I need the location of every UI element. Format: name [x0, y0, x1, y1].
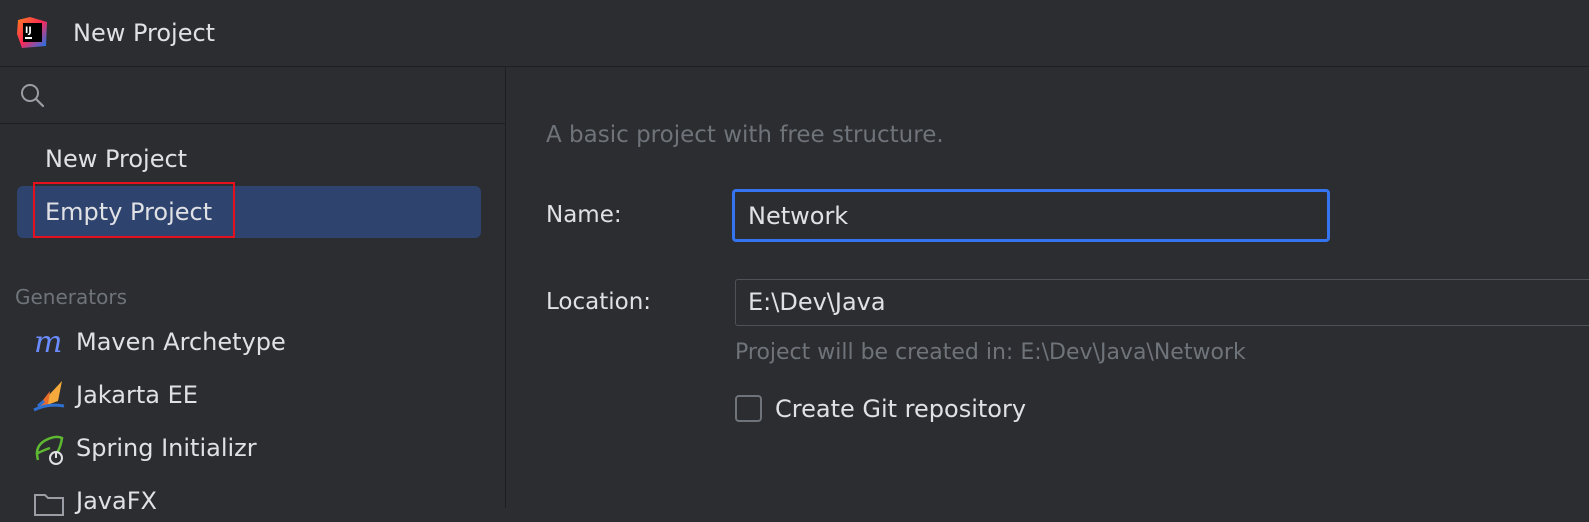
- sidebar: New Project Empty Project Generators m M…: [0, 67, 506, 516]
- generator-item-maven-archetype[interactable]: m Maven Archetype: [30, 319, 490, 363]
- svg-text:m: m: [34, 326, 62, 360]
- create-git-repository-label[interactable]: Create Git repository: [775, 393, 1026, 425]
- generator-label: Jakarta EE: [76, 381, 198, 409]
- project-description: A basic project with free structure.: [546, 122, 944, 148]
- generator-item-spring-initializr[interactable]: Spring Initializr: [30, 425, 490, 469]
- folder-icon: [34, 494, 64, 516]
- project-form: A basic project with free structure. Nam…: [506, 67, 1589, 508]
- location-value: E:\Dev\Java: [748, 288, 886, 316]
- location-label: Location:: [546, 289, 652, 315]
- generators-header: Generators: [15, 285, 127, 309]
- window-title: New Project: [73, 19, 216, 47]
- location-field[interactable]: E:\Dev\Java: [735, 279, 1589, 326]
- name-value: Network: [748, 202, 849, 230]
- jakarta-ee-icon: [33, 381, 65, 412]
- spring-icon: [35, 435, 64, 465]
- location-hint: Project will be created in: E:\Dev\Java\…: [735, 340, 1246, 365]
- generator-label: JavaFX: [76, 487, 157, 515]
- name-label: Name:: [546, 202, 622, 228]
- create-git-repository-checkbox[interactable]: [735, 395, 762, 422]
- name-field[interactable]: Network: [732, 189, 1330, 242]
- maven-icon: m: [34, 326, 62, 360]
- search-field[interactable]: [0, 67, 505, 124]
- title-bar: IJ New Project: [0, 0, 1589, 67]
- generator-item-jakarta-ee[interactable]: Jakarta EE: [30, 372, 490, 416]
- sidebar-item-new-project[interactable]: New Project: [17, 133, 481, 185]
- annotation-highlight-box: [33, 182, 235, 238]
- generator-label: Maven Archetype: [76, 328, 286, 356]
- generator-item-javafx[interactable]: JavaFX: [30, 478, 490, 522]
- generator-label: Spring Initializr: [76, 434, 257, 462]
- sidebar-item-label: New Project: [45, 145, 188, 173]
- svg-text:IJ: IJ: [25, 26, 32, 36]
- intellij-idea-logo-icon: IJ: [17, 17, 47, 48]
- search-icon: [21, 84, 45, 108]
